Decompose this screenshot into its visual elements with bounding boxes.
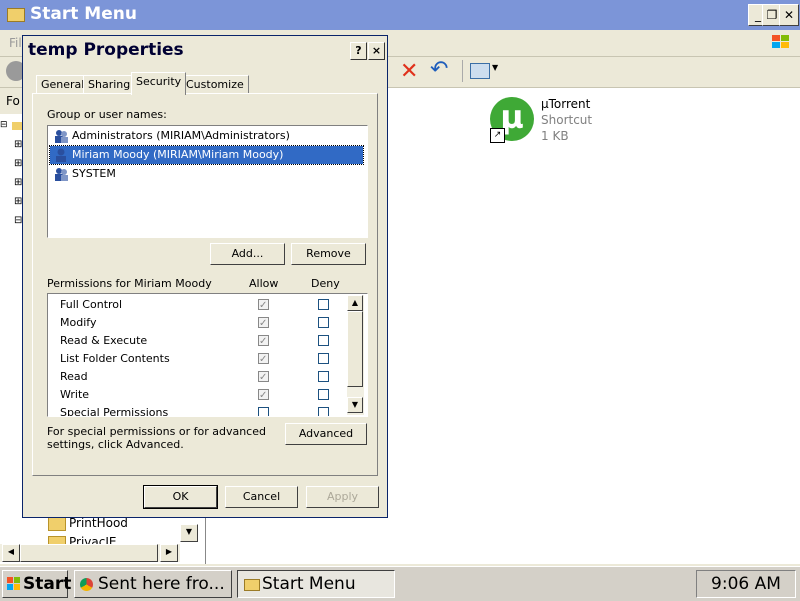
apply-button[interactable]: Apply xyxy=(306,486,379,508)
start-label: Start xyxy=(23,574,72,594)
taskbar-item-start-menu[interactable]: Start Menu xyxy=(237,570,395,598)
tab-sharing[interactable]: Sharing xyxy=(83,75,136,94)
shortcut-arrow-icon: ↗ xyxy=(490,128,505,143)
advanced-info-text: For special permissions or for advanced … xyxy=(47,425,266,451)
advanced-button[interactable]: Advanced xyxy=(285,423,367,445)
folder-icon xyxy=(12,122,22,130)
window-title: Start Menu xyxy=(30,4,137,24)
perm-read: Read xyxy=(60,370,88,383)
windows-logo-icon xyxy=(7,577,20,590)
perm-read-execute: Read & Execute xyxy=(60,334,148,347)
dialog-title: temp Properties xyxy=(28,40,184,60)
perm-write: Write xyxy=(60,388,90,401)
deny-checkbox[interactable] xyxy=(318,371,329,382)
permissions-list[interactable]: Full Control Modify Read & Execute List … xyxy=(47,293,368,417)
task-label: Start Menu xyxy=(262,574,356,594)
user-item[interactable]: SYSTEM xyxy=(50,165,363,183)
folder-icon xyxy=(7,8,25,22)
deny-header: Deny xyxy=(311,277,340,290)
cancel-button[interactable]: Cancel xyxy=(225,486,298,508)
undo-icon[interactable]: ↶ xyxy=(430,57,448,82)
deny-checkbox[interactable] xyxy=(318,299,329,310)
user-item[interactable]: Administrators (MIRIAM\Administrators) xyxy=(50,127,363,145)
deny-checkbox[interactable] xyxy=(318,353,329,364)
perm-special: Special Permissions xyxy=(60,406,169,417)
help-button[interactable]: ? xyxy=(350,42,367,60)
folder-icon xyxy=(48,517,66,531)
tree-scroll-down[interactable]: ▼ xyxy=(180,524,198,542)
tab-security[interactable]: Security xyxy=(131,72,187,95)
deny-checkbox[interactable] xyxy=(318,335,329,346)
allow-checkbox[interactable] xyxy=(258,351,269,369)
chevron-down-icon[interactable]: ▼ xyxy=(492,63,498,72)
scroll-thumb[interactable] xyxy=(347,311,363,387)
ok-button[interactable]: OK xyxy=(143,485,218,509)
tree-expander[interactable]: ⊟ xyxy=(0,120,8,130)
group-icon xyxy=(55,130,68,143)
allow-checkbox[interactable] xyxy=(258,387,269,405)
file-name[interactable]: µTorrent xyxy=(541,97,590,111)
deny-checkbox[interactable] xyxy=(318,317,329,328)
dialog-close-button[interactable]: × xyxy=(368,42,385,60)
dialog-title-bar[interactable]: temp Properties ? × xyxy=(23,36,387,64)
folders-header: Fo xyxy=(0,88,22,114)
folders-label: Fo xyxy=(6,94,20,108)
allow-checkbox[interactable] xyxy=(258,407,269,416)
allow-checkbox[interactable] xyxy=(258,333,269,351)
security-tab-panel: Group or user names: Administrators (MIR… xyxy=(32,93,378,476)
task-label: Sent here fro... xyxy=(98,574,225,594)
users-listbox[interactable]: Administrators (MIRIAM\Administrators) M… xyxy=(47,125,368,238)
clock[interactable]: 9:06 AM xyxy=(696,570,796,598)
perm-modify: Modify xyxy=(60,316,97,329)
taskbar-item-chrome[interactable]: Sent here fro... xyxy=(74,570,232,598)
views-icon[interactable] xyxy=(470,63,490,79)
perm-full-control: Full Control xyxy=(60,298,123,311)
scroll-left-button[interactable]: ◀ xyxy=(2,544,20,562)
remove-button[interactable]: Remove xyxy=(291,243,366,265)
explorer-title-bar[interactable]: Start Menu _ ❐ ✕ xyxy=(0,0,800,30)
toolbar-separator xyxy=(462,60,463,82)
permissions-scrollbar[interactable]: ▲ ▼ xyxy=(347,295,364,415)
scroll-down-button[interactable]: ▼ xyxy=(347,397,363,413)
allow-checkbox[interactable] xyxy=(258,315,269,333)
add-button[interactable]: Add... xyxy=(210,243,285,265)
tab-customize[interactable]: Customize xyxy=(181,75,249,94)
deny-checkbox[interactable] xyxy=(318,407,329,416)
allow-checkbox[interactable] xyxy=(258,297,269,315)
user-item-selected[interactable]: Miriam Moody (MIRIAM\Miriam Moody) xyxy=(49,145,364,165)
chrome-icon xyxy=(80,578,93,591)
deny-checkbox[interactable] xyxy=(318,389,329,400)
taskbar: Start Sent here fro... Start Menu 9:06 A… xyxy=(0,566,800,601)
properties-dialog: temp Properties ? × General Sharing Secu… xyxy=(22,35,388,518)
close-button[interactable]: ✕ xyxy=(779,4,799,26)
group-icon xyxy=(55,168,68,181)
tree-hscrollbar[interactable]: ◀ ▶ xyxy=(0,544,180,562)
folder-icon xyxy=(244,579,260,591)
perm-list-folder: List Folder Contents xyxy=(60,352,170,365)
file-size: 1 KB xyxy=(541,129,569,143)
scroll-up-button[interactable]: ▲ xyxy=(347,295,363,311)
allow-checkbox[interactable] xyxy=(258,369,269,387)
scroll-thumb[interactable] xyxy=(20,544,158,562)
file-type: Shortcut xyxy=(541,113,593,127)
delete-icon[interactable]: ✕ xyxy=(400,59,418,84)
allow-header: Allow xyxy=(249,277,279,290)
permissions-label: Permissions for Miriam Moody xyxy=(47,277,212,290)
menu-file[interactable]: Fil xyxy=(9,36,22,50)
windows-logo-icon xyxy=(772,35,789,48)
user-icon xyxy=(56,148,66,162)
tab-general[interactable]: General xyxy=(36,75,90,94)
start-button[interactable]: Start xyxy=(2,570,72,598)
scroll-right-button[interactable]: ▶ xyxy=(160,544,178,562)
tree-item-printhood[interactable]: PrintHood xyxy=(69,516,128,530)
group-label: Group or user names: xyxy=(47,108,167,121)
